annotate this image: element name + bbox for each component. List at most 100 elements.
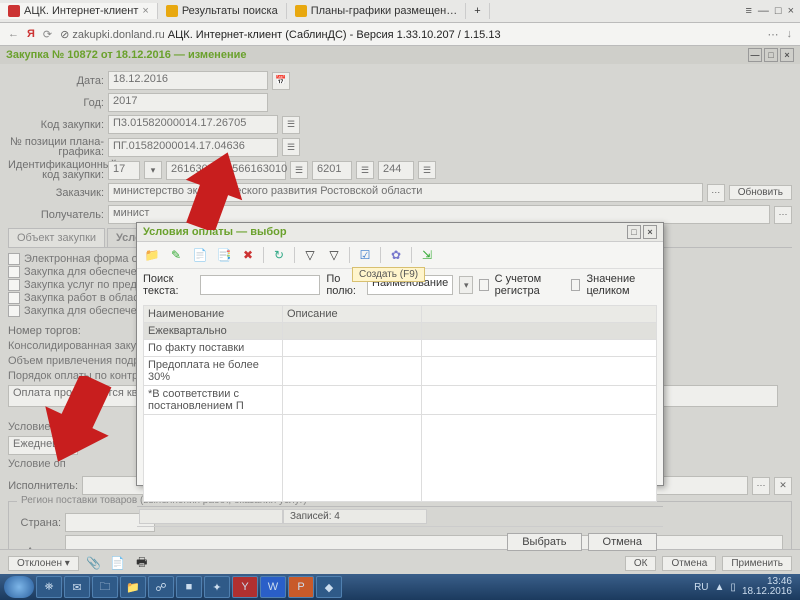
new-folder-icon[interactable]: 📁 <box>143 246 161 264</box>
reject-button[interactable]: Отклонен ▾ <box>8 556 79 571</box>
lookup-icon[interactable]: ⋯ <box>707 184 725 202</box>
col-desc[interactable]: Описание <box>283 306 422 323</box>
cancel-button[interactable]: Отмена <box>662 556 716 571</box>
year-input[interactable]: 2017 <box>108 93 268 112</box>
copy-icon[interactable]: 📑 <box>215 246 233 264</box>
select-button[interactable]: Выбрать <box>507 533 581 551</box>
clear-icon[interactable]: ✕ <box>774 477 792 495</box>
task-icon[interactable]: ◆ <box>316 576 342 598</box>
arrow-annotation-icon <box>42 376 112 466</box>
table-row[interactable]: *В соответствии с постановлением П <box>144 386 657 415</box>
table-row[interactable]: По факту поставки <box>144 340 657 357</box>
table-row <box>144 415 657 502</box>
dd-icon[interactable]: ▾ <box>144 161 162 179</box>
task-icon[interactable]: 📁 <box>120 576 146 598</box>
tray-flag-icon[interactable]: ▲ <box>715 582 725 593</box>
url-text[interactable]: ⊘ zakupki.donland.ru АЦК. Интернет-клиен… <box>60 28 759 41</box>
tray-net-icon[interactable]: ▯ <box>730 582 736 593</box>
gear-icon[interactable]: ✿ <box>387 246 405 264</box>
cancel-button[interactable]: Отмена <box>588 533 657 551</box>
tab-1[interactable]: Результаты поиска <box>158 3 287 19</box>
filter-icon[interactable]: ▽ <box>301 246 319 264</box>
year-label: Год: <box>8 97 104 109</box>
close-icon[interactable]: × <box>142 5 148 17</box>
lang-indicator[interactable]: RU <box>694 582 708 593</box>
tab-object[interactable]: Объект закупки <box>8 228 105 247</box>
window-minimize-icon[interactable]: — <box>758 5 769 17</box>
col-name[interactable]: Наименование <box>144 306 283 323</box>
tab-2[interactable]: Планы-графики размещен… <box>287 3 467 19</box>
table-row[interactable]: Предоплата не более 30% <box>144 357 657 386</box>
task-icon[interactable]: ☍ <box>148 576 174 598</box>
window-maximize-icon[interactable]: □ <box>775 5 782 17</box>
back-icon[interactable]: ← <box>8 28 19 40</box>
lookup-icon[interactable]: ⋯ <box>774 206 792 224</box>
task-icon[interactable]: Y <box>232 576 258 598</box>
start-button[interactable] <box>4 576 34 598</box>
date-label: Дата: <box>8 75 104 87</box>
select-all-icon[interactable]: ☑ <box>356 246 374 264</box>
lookup-icon[interactable]: ☰ <box>282 138 300 156</box>
checkbox[interactable] <box>8 292 20 304</box>
date-input[interactable]: 18.12.2016 <box>108 71 268 90</box>
new-tab-button[interactable]: + <box>466 3 489 19</box>
system-tray[interactable]: RU ▲ ▯ 13:4618.12.2016 <box>694 577 796 597</box>
min-icon[interactable]: — <box>748 48 762 62</box>
case-checkbox[interactable] <box>479 279 488 291</box>
window-close-icon[interactable]: × <box>788 5 794 17</box>
lookup-icon[interactable]: ☰ <box>290 161 308 179</box>
apply-button[interactable]: Применить <box>722 556 792 571</box>
download-icon[interactable]: ↓ <box>787 28 793 40</box>
code-input[interactable]: П3.01582000014.17.26705 <box>108 115 278 134</box>
task-icon[interactable]: ■ <box>176 576 202 598</box>
search-input[interactable] <box>200 275 320 295</box>
checkbox[interactable] <box>8 266 20 278</box>
pos-label: № позиции плана-графика: <box>8 137 104 157</box>
whole-label: Значение целиком <box>586 273 657 297</box>
task-icon[interactable]: ✉ <box>64 576 90 598</box>
yandex-icon[interactable]: Я <box>27 28 35 40</box>
whole-checkbox[interactable] <box>571 279 580 291</box>
lookup-icon[interactable]: ☰ <box>356 161 374 179</box>
id-part-d[interactable]: 244 <box>378 161 414 180</box>
task-icon[interactable]: ⛯ <box>36 576 62 598</box>
task-icon[interactable]: ✦ <box>204 576 230 598</box>
lookup-icon[interactable]: ⋯ <box>752 477 770 495</box>
detach-icon[interactable]: □ <box>627 225 641 239</box>
dd-icon[interactable]: ▾ <box>459 276 473 294</box>
receiver-label: Получатель: <box>8 209 104 221</box>
export-icon[interactable]: ⇲ <box>418 246 436 264</box>
ok-button[interactable]: ОК <box>625 556 657 571</box>
task-icon[interactable]: 🗀 <box>92 576 118 598</box>
refresh-icon[interactable]: ↻ <box>270 246 288 264</box>
table-row[interactable]: Ежеквартально <box>144 323 657 340</box>
calendar-icon[interactable]: 📅 <box>272 72 290 90</box>
create-icon[interactable]: 📄 <box>191 246 209 264</box>
task-ppt-icon[interactable]: P <box>288 576 314 598</box>
id-part-a[interactable]: 17 <box>108 161 140 180</box>
filter-clear-icon[interactable]: ▽ <box>325 246 343 264</box>
tab-0[interactable]: АЦК. Интернет-клиент × <box>0 3 158 19</box>
close-icon[interactable]: × <box>643 225 657 239</box>
clock[interactable]: 13:4618.12.2016 <box>742 577 792 597</box>
id-part-c[interactable]: 6201 <box>312 161 352 180</box>
attach-icon[interactable]: 📎 <box>85 554 103 572</box>
menu-icon[interactable]: ⋯ <box>768 28 779 41</box>
checkbox[interactable] <box>8 253 20 265</box>
checkbox[interactable] <box>8 305 20 317</box>
refresh-button[interactable]: Обновить <box>729 185 792 200</box>
checkbox[interactable] <box>8 279 20 291</box>
delete-icon[interactable]: ✖ <box>239 246 257 264</box>
doc-icon[interactable]: 📄 <box>109 554 127 572</box>
max-icon[interactable]: □ <box>764 48 778 62</box>
lookup-icon[interactable]: ☰ <box>282 116 300 134</box>
lookup-icon[interactable]: ☰ <box>418 161 436 179</box>
close-icon[interactable]: × <box>780 48 794 62</box>
arrow-annotation-icon <box>184 150 244 230</box>
edit-icon[interactable]: ✎ <box>167 246 185 264</box>
reload-icon[interactable]: ⟳ <box>43 28 52 41</box>
results-grid[interactable]: НаименованиеОписание Ежеквартально По фа… <box>143 305 657 502</box>
window-minimize-icon[interactable]: ≡ <box>745 5 751 17</box>
task-word-icon[interactable]: W <box>260 576 286 598</box>
case-label: С учетом регистра <box>495 273 565 297</box>
